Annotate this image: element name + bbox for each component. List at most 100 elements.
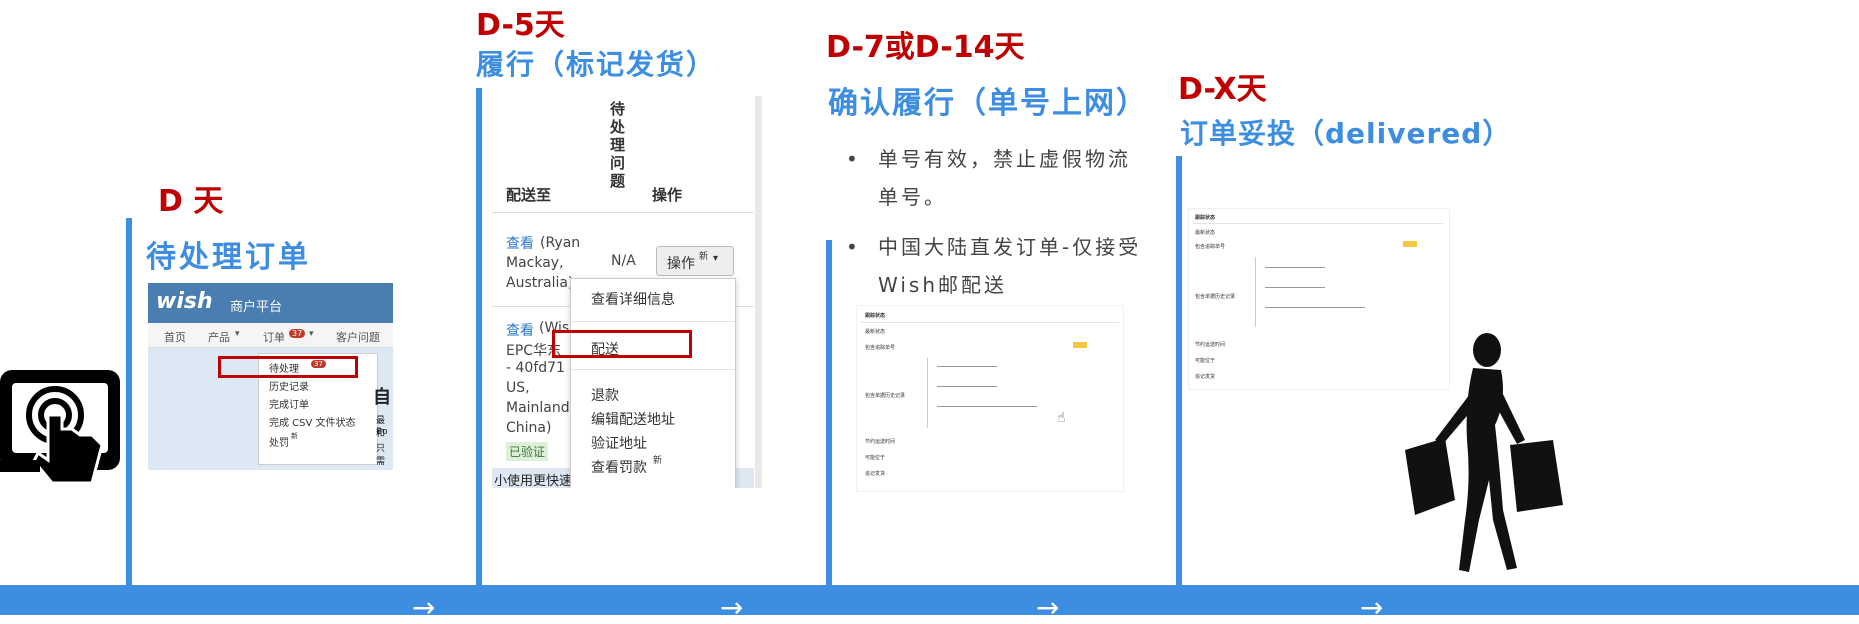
action-button-label: 操作	[667, 256, 695, 272]
new-tag: 新	[291, 432, 298, 440]
timeline-bottom-bar	[0, 585, 1859, 615]
row2-address-line: Mainland	[506, 400, 570, 416]
stage-d-day: D 天	[158, 184, 224, 219]
tracking-heading: 跟踪状态	[1195, 215, 1216, 221]
view-link[interactable]: 查看	[506, 320, 534, 340]
wish-nav: 首页 产品 ▾ 订单 37 ▾ 客户问题	[148, 323, 393, 348]
col-ship-to: 配送至	[506, 186, 552, 204]
col-action: 操作	[652, 186, 683, 204]
label-history: 包含单据历史记录	[1195, 294, 1236, 300]
label-tracking-number: 包含追踪单号	[865, 345, 896, 351]
chevron-down-icon: ▾	[713, 253, 719, 264]
right-arrow-icon: →	[1036, 591, 1060, 624]
wish-logo[interactable]: wish	[156, 289, 213, 314]
divider	[492, 212, 754, 213]
orders-count-badge: 37	[289, 329, 306, 338]
label-transit: 节约运送时间	[865, 439, 896, 445]
row2-address-line: - 40fd71 -	[506, 360, 575, 376]
right-arrow-icon: →	[720, 591, 744, 624]
chevron-down-icon: ▾	[309, 329, 314, 339]
label-history: 包含单据历史记录	[865, 393, 906, 399]
nav-orders[interactable]: 订单	[263, 329, 285, 345]
stage-dx-title: 订单妥投（delivered）	[1180, 117, 1512, 150]
stage-d7-title: 确认履行（单号上网）	[828, 86, 1148, 121]
stage-d7-timeline	[826, 240, 832, 590]
orders-table-screenshot: 配送至 待处理问题 操作 查看 (Ryan Mackay, Australia)…	[492, 96, 762, 488]
stage-d5-timeline	[476, 88, 482, 590]
bullet-list: • 单号有效，禁止虚假物流单号。 • 中国大陆直发订单-仅接受Wish邮配送	[846, 140, 1146, 304]
new-tag: 新	[699, 252, 709, 262]
menu-refund[interactable]: 退款	[591, 385, 619, 405]
nav-products[interactable]: 产品	[208, 329, 230, 345]
menu-view-fines[interactable]: 查看罚款	[591, 457, 647, 477]
new-tag: 新	[653, 456, 663, 466]
ship-highlight-box	[552, 330, 692, 358]
col-pending-issue: 待处理问题	[610, 100, 626, 190]
nav-home[interactable]: 首页	[164, 329, 186, 345]
stage-d-title: 待处理订单	[146, 240, 311, 275]
label-latest-status: 最新状态	[865, 329, 886, 335]
stage-dx-day: D-X天	[1178, 72, 1267, 107]
bullet-dot-icon: •	[846, 235, 861, 259]
label-shipped: 追记发货	[865, 471, 886, 477]
menu-item-completed[interactable]: 完成订单	[269, 396, 309, 411]
stage-d5-title: 履行（标记发货）	[476, 48, 717, 81]
right-arrow-icon: →	[412, 591, 436, 624]
cursor-icon: ☝	[1057, 410, 1066, 426]
row2-address-line: China)	[506, 420, 552, 436]
divider	[1193, 223, 1443, 224]
verified-badge: 已验证	[506, 442, 549, 461]
touchscreen-tap-icon	[0, 365, 140, 485]
menu-verify-address[interactable]: 验证地址	[591, 433, 647, 453]
scrollbar[interactable]	[755, 96, 762, 488]
menu-item-csv-status[interactable]: 完成 CSV 文件状态	[269, 414, 356, 429]
side-text-1: 自	[373, 387, 391, 408]
menu-item-history[interactable]: 历史记录	[269, 378, 309, 393]
side-text-4: 只需	[376, 444, 386, 467]
action-dropdown-button[interactable]: 操作 新 ▾	[656, 246, 734, 276]
wish-merchant-screenshot: wish 商户平台 首页 产品 ▾ 订单 37 ▾ 客户问题 待处理 37 历史…	[148, 283, 393, 470]
status-badge	[1403, 241, 1417, 247]
label-tracking-number: 包含追踪单号	[1195, 244, 1226, 250]
timeline-connector	[927, 358, 928, 428]
divider	[571, 369, 735, 370]
bottom-notice-text: 小使用更快速	[494, 474, 573, 488]
label-location: 可能位于	[865, 455, 886, 461]
history-entry	[937, 366, 997, 367]
history-entry	[937, 386, 997, 387]
label-latest-status: 最新状态	[1195, 230, 1216, 236]
stage-d5-day: D-5天	[476, 8, 565, 43]
side-text-3: Bo	[376, 427, 388, 437]
history-entry	[1265, 287, 1325, 288]
right-arrow-icon: →	[1360, 591, 1384, 624]
pending-highlight-box	[218, 356, 358, 378]
platform-label: 商户平台	[230, 300, 283, 315]
shopper-silhouette-icon	[1395, 330, 1565, 580]
bullet-item: • 单号有效，禁止虚假物流单号。	[846, 140, 1146, 216]
row2-address-line: US,	[506, 380, 530, 396]
chevron-down-icon: ▾	[235, 329, 240, 339]
divider	[571, 321, 735, 322]
nav-customer-issues[interactable]: 客户问题	[336, 329, 380, 345]
bullet-item: • 中国大陆直发订单-仅接受Wish邮配送	[846, 228, 1146, 304]
divider	[861, 322, 1119, 323]
action-menu: 查看详细信息 配送 退款 编辑配送地址 验证地址 查看罚款 新	[570, 278, 736, 488]
menu-item-penalties[interactable]: 处罚	[269, 434, 289, 449]
menu-view-details[interactable]: 查看详细信息	[591, 289, 675, 309]
label-location: 可能位于	[1195, 358, 1216, 364]
stage-dx-timeline	[1176, 156, 1182, 590]
bullet-dot-icon: •	[846, 147, 861, 171]
status-badge	[1073, 342, 1087, 348]
timeline-connector	[1255, 257, 1256, 327]
history-entry	[1265, 267, 1325, 268]
history-entry	[937, 406, 1037, 407]
label-shipped: 追记发货	[1195, 374, 1216, 380]
label-transit: 节约运送时间	[1195, 342, 1226, 348]
menu-edit-address[interactable]: 编辑配送地址	[591, 409, 675, 429]
row1-issue: N/A	[611, 253, 636, 269]
bullet-text: 中国大陆直发订单-仅接受Wish邮配送	[878, 235, 1142, 297]
wish-header: wish 商户平台	[148, 283, 393, 323]
bullet-text: 单号有效，禁止虚假物流单号。	[878, 147, 1131, 209]
history-entry	[1265, 307, 1365, 308]
tracking-heading: 跟踪状态	[865, 313, 886, 319]
